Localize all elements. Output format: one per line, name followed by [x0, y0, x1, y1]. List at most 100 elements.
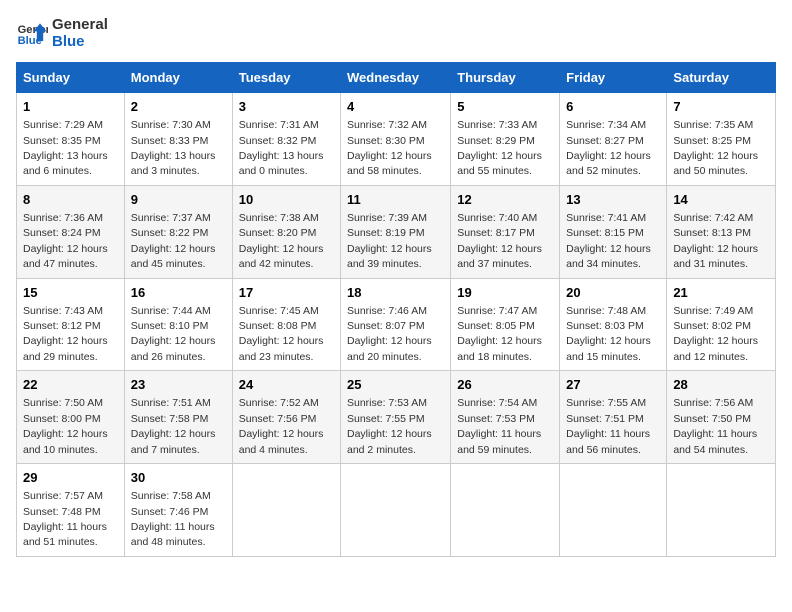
- day-number: 1: [23, 98, 118, 116]
- day-info: Sunrise: 7:36 AMSunset: 8:24 PMDaylight:…: [23, 212, 108, 270]
- table-cell: 24Sunrise: 7:52 AMSunset: 7:56 PMDayligh…: [232, 371, 340, 464]
- col-saturday: Saturday: [667, 63, 776, 93]
- day-info: Sunrise: 7:46 AMSunset: 8:07 PMDaylight:…: [347, 305, 432, 363]
- day-info: Sunrise: 7:55 AMSunset: 7:51 PMDaylight:…: [566, 397, 650, 455]
- day-info: Sunrise: 7:30 AMSunset: 8:33 PMDaylight:…: [131, 119, 216, 177]
- day-info: Sunrise: 7:50 AMSunset: 8:00 PMDaylight:…: [23, 397, 108, 455]
- day-number: 18: [347, 284, 444, 302]
- day-number: 17: [239, 284, 334, 302]
- day-info: Sunrise: 7:41 AMSunset: 8:15 PMDaylight:…: [566, 212, 651, 270]
- day-number: 22: [23, 376, 118, 394]
- day-info: Sunrise: 7:51 AMSunset: 7:58 PMDaylight:…: [131, 397, 216, 455]
- day-number: 26: [457, 376, 553, 394]
- table-cell: 4Sunrise: 7:32 AMSunset: 8:30 PMDaylight…: [341, 93, 451, 186]
- day-info: Sunrise: 7:42 AMSunset: 8:13 PMDaylight:…: [673, 212, 758, 270]
- table-cell: 20 Sunrise: 7:48 AMSunset: 8:03 PMDayligh…: [560, 278, 667, 371]
- col-thursday: Thursday: [451, 63, 560, 93]
- day-number: 9: [131, 191, 226, 209]
- day-info: Sunrise: 7:33 AMSunset: 8:29 PMDaylight:…: [457, 119, 542, 177]
- day-number: 15: [23, 284, 118, 302]
- day-info: Sunrise: 7:34 AMSunset: 8:27 PMDaylight:…: [566, 119, 651, 177]
- table-cell: 1 Sunrise: 7:29 AMSunset: 8:35 PMDaylight…: [17, 93, 125, 186]
- table-cell: 9 Sunrise: 7:37 AMSunset: 8:22 PMDaylight…: [124, 185, 232, 278]
- day-number: 23: [131, 376, 226, 394]
- table-cell: 2 Sunrise: 7:30 AMSunset: 8:33 PMDaylight…: [124, 93, 232, 186]
- day-info: Sunrise: 7:45 AMSunset: 8:08 PMDaylight:…: [239, 305, 324, 363]
- week-row-4: 22 Sunrise: 7:50 AMSunset: 8:00 PMDayligh…: [17, 371, 776, 464]
- day-number: 11: [347, 191, 444, 209]
- day-info: Sunrise: 7:43 AMSunset: 8:12 PMDaylight:…: [23, 305, 108, 363]
- page-header: General Blue General Blue: [16, 16, 776, 50]
- week-row-1: 1 Sunrise: 7:29 AMSunset: 8:35 PMDaylight…: [17, 93, 776, 186]
- table-cell: 18 Sunrise: 7:46 AMSunset: 8:07 PMDayligh…: [341, 278, 451, 371]
- day-info: Sunrise: 7:54 AMSunset: 7:53 PMDaylight:…: [457, 397, 541, 455]
- table-cell: 10 Sunrise: 7:38 AMSunset: 8:20 PMDayligh…: [232, 185, 340, 278]
- table-cell: 16 Sunrise: 7:44 AMSunset: 8:10 PMDayligh…: [124, 278, 232, 371]
- day-number: 20: [566, 284, 660, 302]
- table-cell: 26 Sunrise: 7:54 AMSunset: 7:53 PMDayligh…: [451, 371, 560, 464]
- day-number: 16: [131, 284, 226, 302]
- header-row: Sunday Monday Tuesday Wednesday Thursday…: [17, 63, 776, 93]
- day-info: Sunrise: 7:40 AMSunset: 8:17 PMDaylight:…: [457, 212, 542, 270]
- col-sunday: Sunday: [17, 63, 125, 93]
- day-info: Sunrise: 7:52 AMSunset: 7:56 PMDaylight:…: [239, 397, 324, 455]
- table-cell: 5 Sunrise: 7:33 AMSunset: 8:29 PMDaylight…: [451, 93, 560, 186]
- table-cell: 17 Sunrise: 7:45 AMSunset: 8:08 PMDayligh…: [232, 278, 340, 371]
- table-cell: 15 Sunrise: 7:43 AMSunset: 8:12 PMDayligh…: [17, 278, 125, 371]
- table-cell: [232, 464, 340, 557]
- table-cell: 21 Sunrise: 7:49 AMSunset: 8:02 PMDayligh…: [667, 278, 776, 371]
- logo-icon: General Blue: [16, 17, 48, 49]
- day-info: Sunrise: 7:57 AMSunset: 7:48 PMDaylight:…: [23, 490, 107, 548]
- logo-text: General Blue: [52, 16, 108, 50]
- table-cell: 23 Sunrise: 7:51 AMSunset: 7:58 PMDayligh…: [124, 371, 232, 464]
- day-number: 28: [673, 376, 769, 394]
- col-wednesday: Wednesday: [341, 63, 451, 93]
- col-tuesday: Tuesday: [232, 63, 340, 93]
- day-number: 4: [347, 98, 444, 116]
- day-info: Sunrise: 7:58 AMSunset: 7:46 PMDaylight:…: [131, 490, 215, 548]
- table-cell: 11 Sunrise: 7:39 AMSunset: 8:19 PMDayligh…: [341, 185, 451, 278]
- day-number: 5: [457, 98, 553, 116]
- col-monday: Monday: [124, 63, 232, 93]
- day-info: Sunrise: 7:29 AMSunset: 8:35 PMDaylight:…: [23, 119, 108, 177]
- day-info: Sunrise: 7:56 AMSunset: 7:50 PMDaylight:…: [673, 397, 757, 455]
- day-info: Sunrise: 7:39 AMSunset: 8:19 PMDaylight:…: [347, 212, 432, 270]
- table-cell: 8 Sunrise: 7:36 AMSunset: 8:24 PMDaylight…: [17, 185, 125, 278]
- table-cell: [341, 464, 451, 557]
- day-info: Sunrise: 7:31 AMSunset: 8:32 PMDaylight:…: [239, 119, 324, 177]
- day-info: Sunrise: 7:53 AMSunset: 7:55 PMDaylight:…: [347, 397, 432, 455]
- day-number: 13: [566, 191, 660, 209]
- table-cell: 6Sunrise: 7:34 AMSunset: 8:27 PMDaylight…: [560, 93, 667, 186]
- table-cell: 14 Sunrise: 7:42 AMSunset: 8:13 PMDayligh…: [667, 185, 776, 278]
- day-info: Sunrise: 7:38 AMSunset: 8:20 PMDaylight:…: [239, 212, 324, 270]
- table-cell: 19 Sunrise: 7:47 AMSunset: 8:05 PMDayligh…: [451, 278, 560, 371]
- day-number: 2: [131, 98, 226, 116]
- table-cell: 22 Sunrise: 7:50 AMSunset: 8:00 PMDayligh…: [17, 371, 125, 464]
- week-row-3: 15 Sunrise: 7:43 AMSunset: 8:12 PMDayligh…: [17, 278, 776, 371]
- calendar-table: Sunday Monday Tuesday Wednesday Thursday…: [16, 62, 776, 557]
- day-number: 7: [673, 98, 769, 116]
- col-friday: Friday: [560, 63, 667, 93]
- day-number: 19: [457, 284, 553, 302]
- day-info: Sunrise: 7:49 AMSunset: 8:02 PMDaylight:…: [673, 305, 758, 363]
- day-number: 14: [673, 191, 769, 209]
- day-number: 8: [23, 191, 118, 209]
- day-info: Sunrise: 7:47 AMSunset: 8:05 PMDaylight:…: [457, 305, 542, 363]
- day-number: 21: [673, 284, 769, 302]
- day-info: Sunrise: 7:35 AMSunset: 8:25 PMDaylight:…: [673, 119, 758, 177]
- table-cell: [560, 464, 667, 557]
- week-row-2: 8 Sunrise: 7:36 AMSunset: 8:24 PMDaylight…: [17, 185, 776, 278]
- week-row-5: 29 Sunrise: 7:57 AMSunset: 7:48 PMDayligh…: [17, 464, 776, 557]
- day-number: 25: [347, 376, 444, 394]
- day-number: 29: [23, 469, 118, 487]
- day-number: 10: [239, 191, 334, 209]
- day-info: Sunrise: 7:44 AMSunset: 8:10 PMDaylight:…: [131, 305, 216, 363]
- table-cell: [667, 464, 776, 557]
- day-number: 3: [239, 98, 334, 116]
- table-cell: 30Sunrise: 7:58 AMSunset: 7:46 PMDayligh…: [124, 464, 232, 557]
- table-cell: 13 Sunrise: 7:41 AMSunset: 8:15 PMDayligh…: [560, 185, 667, 278]
- table-cell: 7 Sunrise: 7:35 AMSunset: 8:25 PMDaylight…: [667, 93, 776, 186]
- day-info: Sunrise: 7:37 AMSunset: 8:22 PMDaylight:…: [131, 212, 216, 270]
- logo: General Blue General Blue: [16, 16, 108, 50]
- day-info: Sunrise: 7:48 AMSunset: 8:03 PMDaylight:…: [566, 305, 651, 363]
